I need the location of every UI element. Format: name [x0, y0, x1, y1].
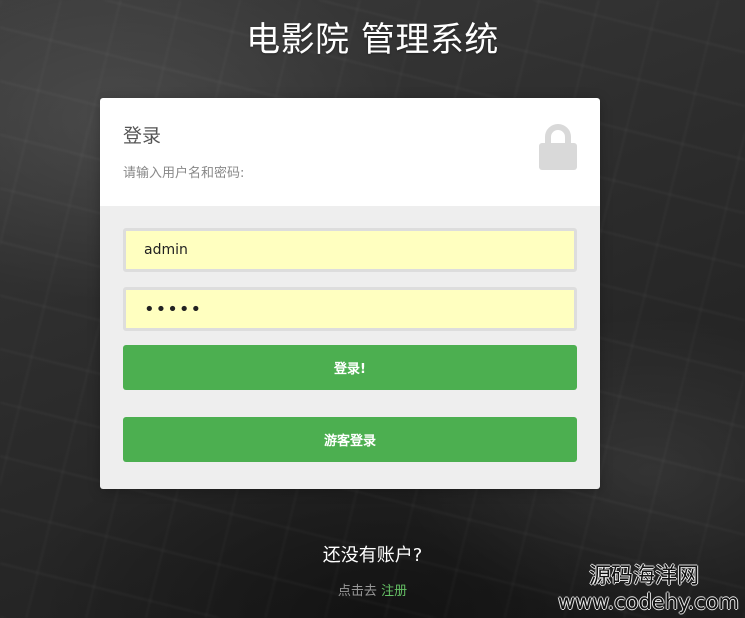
login-panel-header: 登录 请输入用户名和密码:: [100, 98, 600, 206]
watermark-name: 源码海洋网: [588, 564, 699, 589]
username-input[interactable]: [123, 228, 577, 272]
watermark: 源码海洋网 www.codehy.com: [558, 564, 739, 614]
login-subtitle: 请输入用户名和密码:: [123, 166, 245, 181]
register-link[interactable]: 注册: [381, 584, 407, 599]
page-title: 电影院 管理系统: [246, 20, 499, 60]
lock-icon: [538, 123, 578, 171]
watermark-url: www.codehy.com: [557, 590, 739, 614]
guest-login-button[interactable]: 游客登录: [123, 417, 577, 462]
login-button[interactable]: 登录!: [123, 345, 577, 390]
register-prefix: 点击去: [337, 584, 382, 599]
password-input[interactable]: [123, 287, 577, 331]
login-title: 登录: [123, 125, 162, 147]
